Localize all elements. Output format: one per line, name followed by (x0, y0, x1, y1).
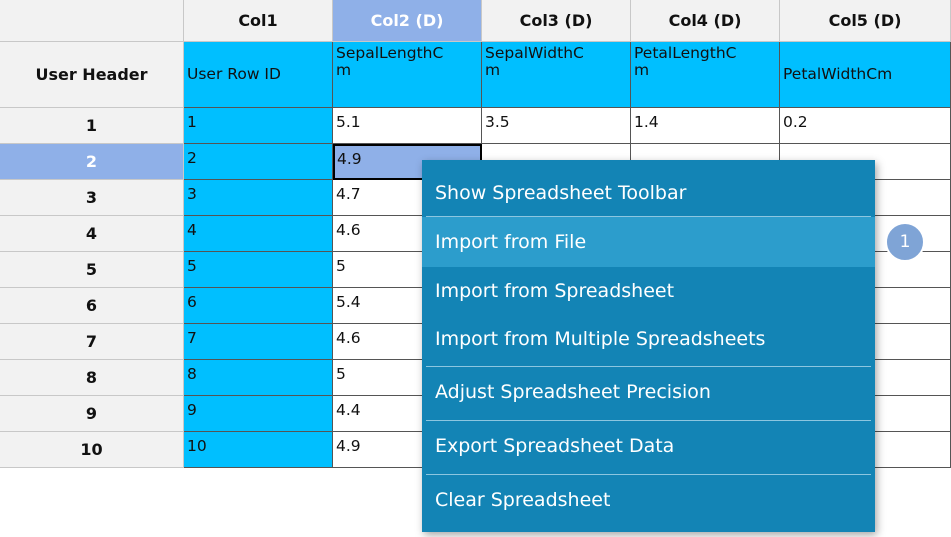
menu-item-label: Import from Spreadsheet (435, 280, 675, 302)
cell-value: 4.6 (336, 221, 361, 239)
cell-value: 5 (336, 365, 346, 383)
row-header[interactable]: 7 (0, 324, 184, 360)
row-header[interactable]: 8 (0, 360, 184, 396)
column-name-cell[interactable]: SepalLengthC m (333, 42, 482, 108)
row-header-label: 9 (85, 404, 98, 423)
column-name-text: SepalLengthC m (336, 44, 444, 79)
cell-value: 4 (187, 221, 197, 239)
menu-item-export-spreadsheet-data[interactable]: Export Spreadsheet Data (422, 421, 875, 471)
row-id-cell[interactable]: 3 (184, 180, 333, 216)
column-header-label: Col2 (D) (370, 11, 444, 30)
row-id-cell[interactable]: 10 (184, 432, 333, 468)
column-header[interactable]: Col5 (D) (780, 0, 951, 42)
menu-item-import-from-multiple-spreadsheets[interactable]: Import from Multiple Spreadsheets (422, 315, 875, 363)
column-header-label: Col1 (238, 11, 278, 30)
column-header-label: Col5 (D) (828, 11, 902, 30)
cell-value: 9 (187, 401, 197, 419)
data-cell[interactable]: 5.1 (333, 108, 482, 144)
column-header[interactable]: Col3 (D) (482, 0, 631, 42)
column-header[interactable]: Col1 (184, 0, 333, 42)
cell-value: 8 (187, 365, 197, 383)
cell-value: 4.4 (336, 401, 361, 419)
menu-item-label: Export Spreadsheet Data (435, 435, 675, 457)
row-header-label: 4 (85, 224, 98, 243)
menu-item-import-from-file[interactable]: Import from File (422, 217, 875, 267)
context-menu: Show Spreadsheet Toolbar Import from Fil… (422, 160, 875, 532)
row-header-label: 2 (85, 152, 98, 171)
cell-value: 4.6 (336, 329, 361, 347)
cell-value: 5 (187, 257, 197, 275)
cell-value: 3.5 (485, 113, 510, 131)
row-id-cell[interactable]: 2 (184, 144, 333, 180)
row-header[interactable]: 1 (0, 108, 184, 144)
row-id-cell[interactable]: 5 (184, 252, 333, 288)
row-header-label: 10 (80, 440, 103, 459)
row-header[interactable]: 4 (0, 216, 184, 252)
row-header-label: 1 (85, 116, 98, 135)
user-header-text: User Header (35, 65, 148, 84)
row-id-cell[interactable]: 7 (184, 324, 333, 360)
cell-value: 3 (187, 185, 197, 203)
menu-item-show-spreadsheet-toolbar[interactable]: Show Spreadsheet Toolbar (422, 168, 875, 218)
user-header-label: User Header (0, 42, 184, 108)
cell-value: 4.9 (336, 437, 361, 455)
row-id-cell[interactable]: 9 (184, 396, 333, 432)
cell-value: 1 (187, 113, 197, 131)
row-id-cell[interactable]: 8 (184, 360, 333, 396)
menu-item-import-from-spreadsheet[interactable]: Import from Spreadsheet (422, 267, 875, 315)
menu-item-label: Import from Multiple Spreadsheets (435, 328, 766, 350)
cell-value: 2 (187, 149, 197, 167)
row-header-label: 8 (85, 368, 98, 387)
row-id-cell[interactable]: 6 (184, 288, 333, 324)
menu-item-label: Show Spreadsheet Toolbar (435, 182, 687, 204)
column-name-cell[interactable]: SepalWidthC m (482, 42, 631, 108)
column-header-label: Col3 (D) (519, 11, 593, 30)
row-header-label: 3 (85, 188, 98, 207)
column-name-cell[interactable]: User Row ID (184, 42, 333, 108)
row-header-label: 7 (85, 332, 98, 351)
row-id-cell[interactable]: 4 (184, 216, 333, 252)
data-cell[interactable]: 3.5 (482, 108, 631, 144)
column-name-text: PetalWidthCm (783, 65, 893, 83)
step-badge: 1 (885, 222, 925, 262)
column-name-text: PetalLengthC m (634, 44, 737, 79)
column-name-text: User Row ID (187, 65, 281, 83)
cell-value: 5.1 (336, 113, 361, 131)
menu-item-label: Adjust Spreadsheet Precision (435, 381, 711, 403)
cell-value: 6 (187, 293, 197, 311)
column-name-text: SepalWidthC m (485, 44, 584, 79)
cell-value: 4.7 (336, 185, 361, 203)
row-id-cell[interactable]: 1 (184, 108, 333, 144)
cell-value: 0.2 (783, 113, 808, 131)
menu-item-label: Import from File (435, 231, 587, 253)
step-badge-number: 1 (899, 232, 911, 252)
column-name-cell[interactable]: PetalWidthCm (780, 42, 951, 108)
column-header[interactable]: Col2 (D) (333, 0, 482, 42)
cell-value: 1.4 (634, 113, 659, 131)
grid-corner (0, 0, 184, 42)
cell-value: 5 (336, 257, 346, 275)
row-header[interactable]: 2 (0, 144, 184, 180)
row-header-label: 5 (85, 260, 98, 279)
column-header-label: Col4 (D) (668, 11, 742, 30)
cell-value: 7 (187, 329, 197, 347)
column-header[interactable]: Col4 (D) (631, 0, 780, 42)
row-header-label: 6 (85, 296, 98, 315)
cell-value: 10 (187, 437, 207, 455)
menu-item-adjust-spreadsheet-precision[interactable]: Adjust Spreadsheet Precision (422, 367, 875, 417)
menu-item-label: Clear Spreadsheet (435, 489, 611, 511)
menu-item-clear-spreadsheet[interactable]: Clear Spreadsheet (422, 475, 875, 525)
cell-value: 4.9 (337, 150, 362, 168)
row-header[interactable]: 6 (0, 288, 184, 324)
column-name-cell[interactable]: PetalLengthC m (631, 42, 780, 108)
row-header[interactable]: 5 (0, 252, 184, 288)
cell-value: 5.4 (336, 293, 361, 311)
row-header[interactable]: 9 (0, 396, 184, 432)
row-header[interactable]: 3 (0, 180, 184, 216)
row-header[interactable]: 10 (0, 432, 184, 468)
data-cell[interactable]: 1.4 (631, 108, 780, 144)
data-cell[interactable]: 0.2 (780, 108, 951, 144)
